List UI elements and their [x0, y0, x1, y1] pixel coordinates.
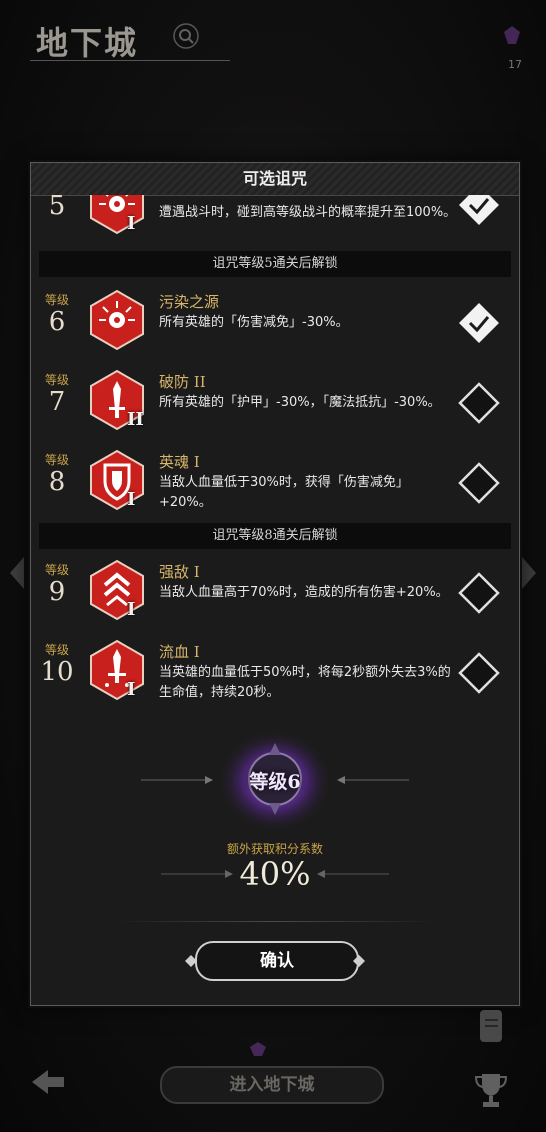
curse-rank: II [127, 409, 144, 430]
unchecked-icon[interactable] [457, 381, 501, 425]
level-label: 等级 [44, 643, 69, 657]
level-label: 等级 [44, 563, 69, 577]
curse-name: 流血 I [159, 643, 200, 661]
curse-row-6[interactable]: 等级 6 污染之源 所有英雄的「伤害减免」-30%。 [31, 281, 519, 361]
curse-name: 强敌 I [159, 563, 200, 581]
curse-row-9[interactable]: 等级 9 I 强敌 I 当敌人血量高于70%时，造成的所有伤害+20%。 [31, 551, 519, 631]
title-underline [30, 60, 230, 61]
back-arrow-icon[interactable] [30, 1064, 66, 1100]
curse-rank: I [127, 489, 136, 510]
unchecked-icon[interactable] [457, 461, 501, 505]
curse-name: 污染之源 [159, 293, 220, 311]
divider [111, 921, 439, 922]
curse-description: 所有英雄的「护甲」-30%，「魔法抵抗」-30%。 [159, 395, 441, 410]
curse-description: 当英雄的血量低于50%时，将每2秒额外失去3%的生命值，持续20秒。 [159, 665, 451, 700]
curse-row-10[interactable]: 等级 10 I 流血 I 当英雄的血量低于50%时，将每2秒额外失去3%的生命值… [31, 631, 519, 711]
level-number: 5 [48, 195, 66, 221]
level-number: 10 [40, 657, 74, 687]
arrow-left-icon[interactable] [8, 555, 26, 591]
page-title: 地下城 [36, 24, 139, 62]
unchecked-icon[interactable] [457, 651, 501, 695]
level-number: 7 [48, 387, 66, 417]
curse-row-7[interactable]: 等级 7 II 破防 II 所有英雄的「护甲」-30%，「魔法抵抗」-30%。 [31, 361, 519, 441]
curse-row-8[interactable]: 等级 8 I 英魂 I 当敌人血量低于30%时，获得「伤害减免」+20%。 [31, 441, 519, 521]
trophy-icon[interactable] [474, 1070, 508, 1110]
curse-description: 当敌人血量高于70%时，造成的所有伤害+20%。 [159, 585, 449, 600]
shield-icon [90, 449, 144, 511]
level-label: 等级 [44, 293, 69, 307]
curse-name: 英魂 I [159, 453, 200, 471]
unchecked-icon[interactable] [457, 571, 501, 615]
scroll-icon[interactable] [474, 1006, 510, 1046]
ornament-line [337, 776, 409, 784]
checked-icon[interactable] [457, 195, 501, 227]
crystal-icon [504, 26, 520, 44]
crystal-icon [250, 1042, 266, 1056]
currency-count: 17 [508, 58, 522, 71]
arrow-right-icon[interactable] [520, 555, 538, 591]
bonus-value: 40% [239, 855, 311, 893]
search-icon[interactable] [172, 22, 200, 50]
eye-burst-icon [90, 195, 144, 235]
checked-icon[interactable] [457, 301, 501, 345]
curse-rank: I [127, 599, 136, 620]
level-number: 6 [48, 307, 66, 337]
bleeding-sword-icon [90, 639, 144, 701]
ornament-line [141, 776, 213, 784]
diamond-ornament-icon [353, 955, 365, 967]
curse-rank: I [127, 213, 136, 234]
chevron-rank-icon [90, 559, 144, 621]
enter-dungeon-button[interactable]: 进入地下城 [160, 1066, 384, 1104]
curse-description: 所有英雄的「伤害减免」-30%。 [159, 315, 349, 330]
panel-title: 可选诅咒 [31, 163, 519, 196]
eye-burst-icon [90, 289, 144, 351]
curse-description: 遭遇战斗时，碰到高等级战斗的概率提升至100%。 [159, 205, 457, 220]
level-number: 8 [48, 467, 66, 497]
unlock-bar: 诅咒等级8通关后解锁 [39, 523, 511, 549]
curse-panel: 可选诅咒 5 I 遭遇战斗时，碰到高等级战斗的概率提升至100%。 诅咒等级5通… [30, 162, 520, 1006]
curse-list[interactable]: 5 I 遭遇战斗时，碰到高等级战斗的概率提升至100%。 诅咒等级5通关后解锁 … [31, 195, 519, 715]
curse-description: 当敌人血量低于30%时，获得「伤害减免」+20%。 [159, 475, 409, 510]
unlock-bar: 诅咒等级5通关后解锁 [39, 251, 511, 277]
level-number: 9 [48, 577, 66, 607]
confirm-button[interactable]: 确认 [195, 941, 359, 981]
current-curse-level: 等级6 [249, 771, 301, 793]
level-label: 等级 [44, 373, 69, 387]
curse-row-5[interactable]: 5 I 遭遇战斗时，碰到高等级战斗的概率提升至100%。 [31, 195, 519, 245]
curse-rank: I [127, 679, 136, 700]
curse-name: 破防 II [159, 373, 206, 391]
level-label: 等级 [44, 453, 69, 467]
